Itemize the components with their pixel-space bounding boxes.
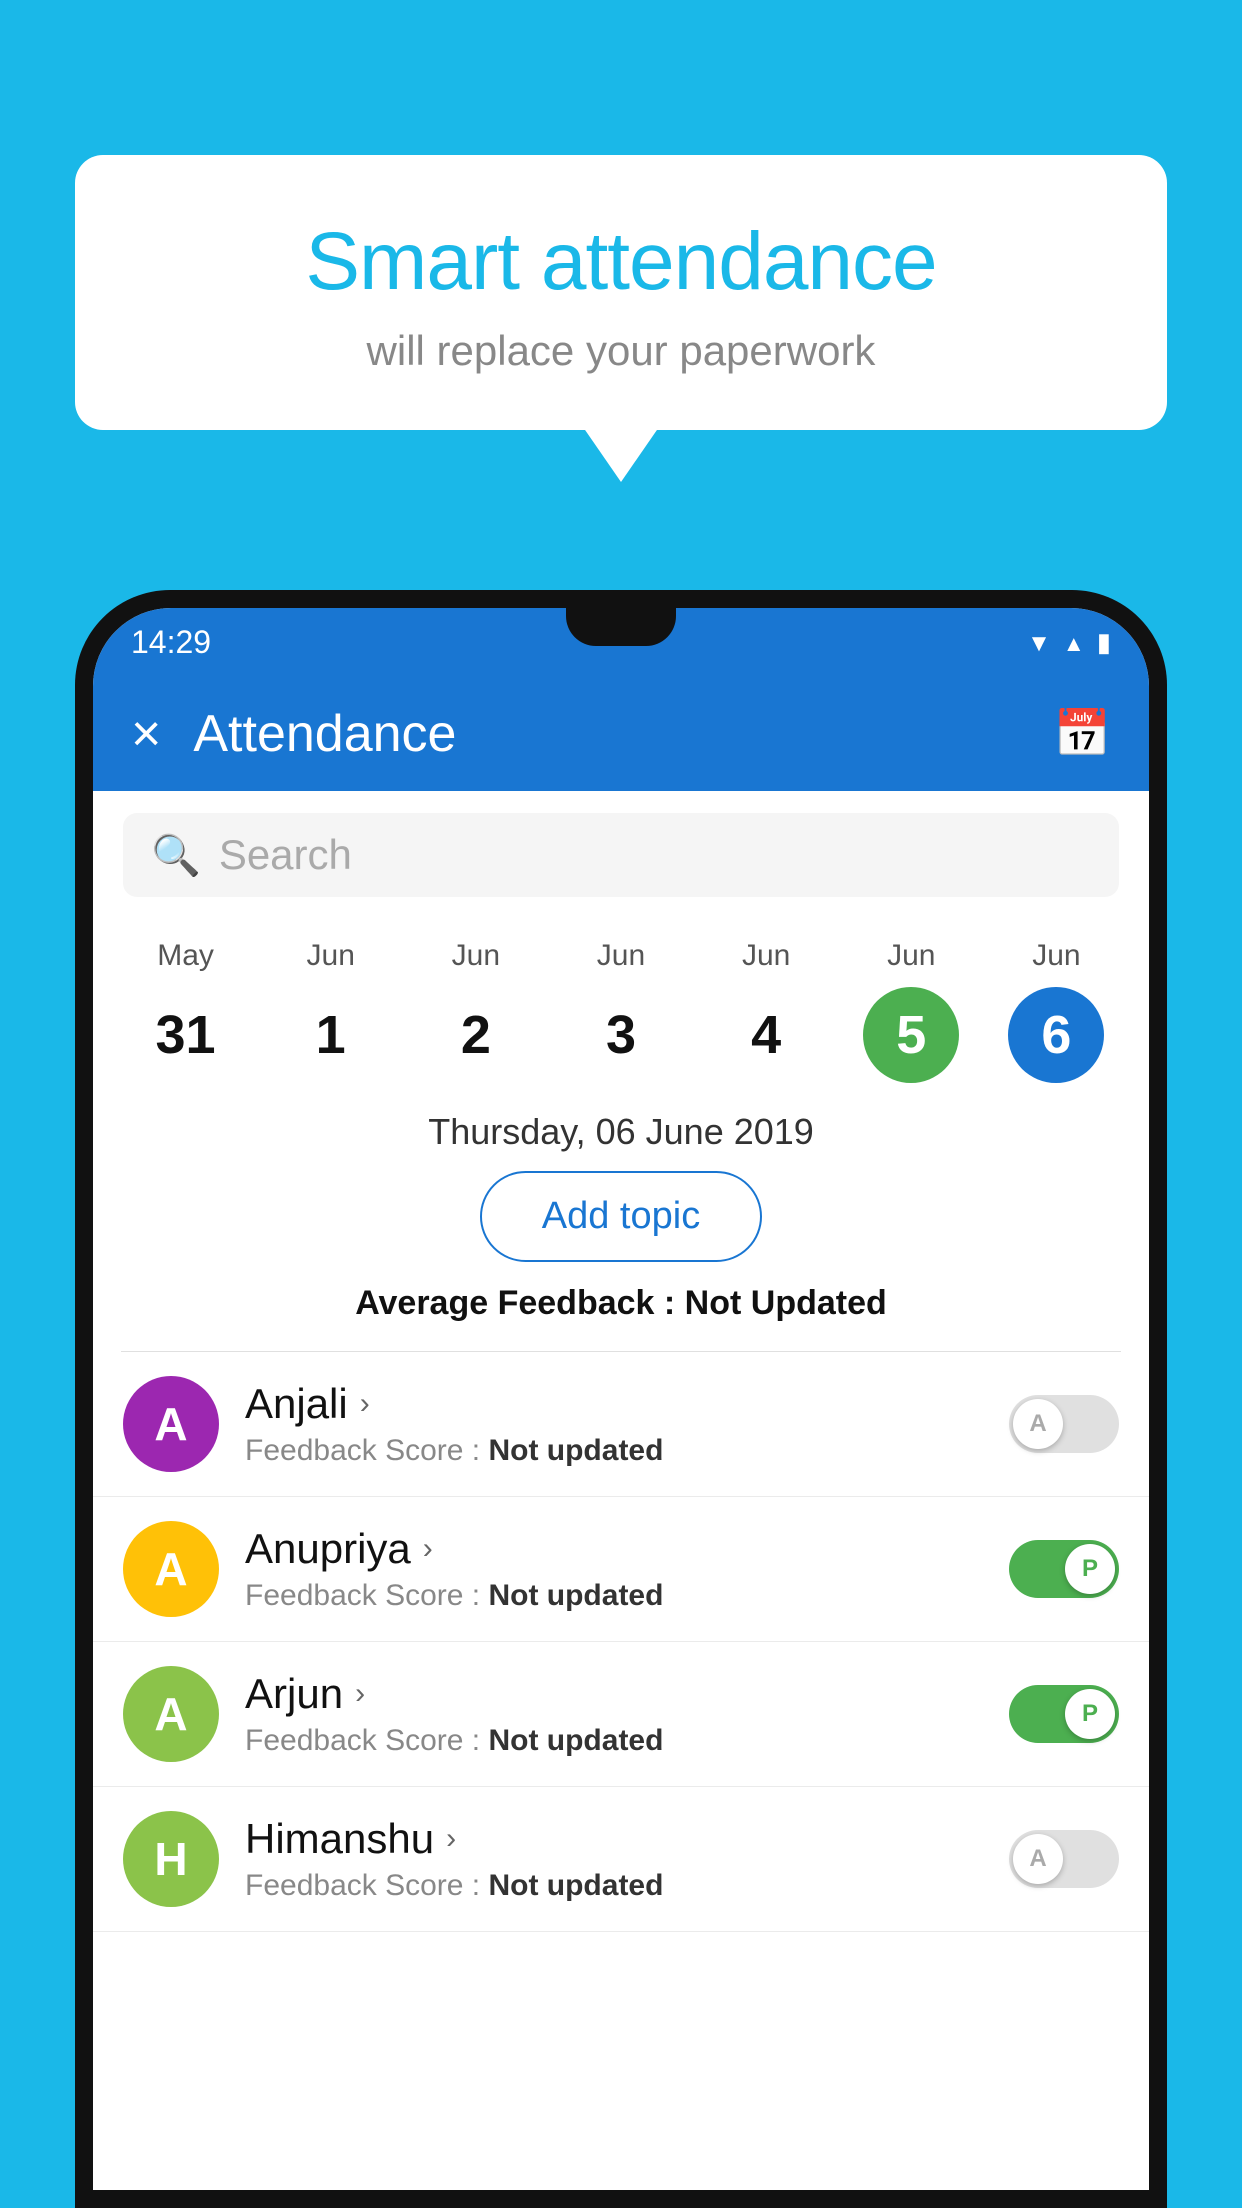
search-input[interactable]: Search [219,831,352,879]
attendance-toggle[interactable]: P [1009,1540,1119,1598]
phone-shell: 14:29 × Attendance 📅 🔍 Search May31Jun1J… [75,590,1167,2208]
chevron-icon: › [360,1387,370,1421]
student-name: Anjali › [245,1380,983,1428]
student-info: Anupriya › Feedback Score : Not updated [245,1525,983,1613]
average-feedback: Average Feedback : Not Updated [93,1284,1149,1323]
student-row[interactable]: A Anupriya › Feedback Score : Not updated P [93,1497,1149,1642]
avatar: A [123,1666,219,1762]
notch [566,608,676,646]
date-month: Jun [984,939,1129,973]
date-month: Jun [548,939,693,973]
date-col[interactable]: Jun 4 [694,939,839,1083]
student-list: AAnjali ›Feedback Score : Not updatedAAA… [93,1352,1149,1932]
student-row[interactable]: H Himanshu › Feedback Score : Not updated A [93,1787,1149,1932]
toggle-knob: A [1013,1834,1063,1884]
feedback-score: Feedback Score : Not updated [245,1724,983,1758]
date-day[interactable]: 5 [863,987,959,1083]
attendance-toggle[interactable]: P [1009,1685,1119,1743]
date-col[interactable]: Jun 1 [258,939,403,1083]
chevron-icon: › [423,1532,433,1566]
signal-icon [1063,626,1085,658]
date-month: Jun [258,939,403,973]
app-bar-title: Attendance [193,704,1053,764]
date-col[interactable]: Jun 3 [548,939,693,1083]
status-bar: 14:29 [93,608,1149,676]
student-info: Himanshu › Feedback Score : Not updated [245,1815,983,1903]
speech-bubble: Smart attendance will replace your paper… [75,155,1167,430]
date-day[interactable]: 31 [138,987,234,1083]
feedback-score: Feedback Score : Not updated [245,1579,983,1613]
add-topic-button[interactable]: Add topic [480,1171,762,1262]
feedback-score: Feedback Score : Not updated [245,1434,983,1468]
date-col[interactable]: Jun 6 [984,939,1129,1083]
toggle-knob: P [1065,1544,1115,1594]
date-day[interactable]: 2 [428,987,524,1083]
bubble-subtitle: will replace your paperwork [125,327,1117,375]
date-day[interactable]: 4 [718,987,814,1083]
battery-icon [1097,626,1111,658]
student-info: Anjali › Feedback Score : Not updated [245,1380,983,1468]
date-month: Jun [403,939,548,973]
date-day[interactable]: 6 [1008,987,1104,1083]
date-day[interactable]: 3 [573,987,669,1083]
chevron-icon: › [355,1677,365,1711]
status-time: 14:29 [131,624,211,661]
student-name: Anupriya › [245,1525,983,1573]
student-name: Arjun › [245,1670,983,1718]
attendance-toggle[interactable]: A [1009,1395,1119,1453]
chevron-icon: › [446,1822,456,1856]
date-col[interactable]: Jun 5 [839,939,984,1083]
date-month: May [113,939,258,973]
search-icon: 🔍 [151,832,201,879]
date-month: Jun [839,939,984,973]
student-name: Himanshu › [245,1815,983,1863]
phone-screen: 14:29 × Attendance 📅 🔍 Search May31Jun1J… [93,608,1149,2190]
student-row[interactable]: A Arjun › Feedback Score : Not updated P [93,1642,1149,1787]
avg-feedback-value: Not Updated [685,1284,887,1322]
date-col[interactable]: May 31 [113,939,258,1083]
date-strip: May 31 Jun 1 Jun 2 Jun 3 Jun 4 Jun 5 Jun 6 [93,919,1149,1083]
avg-feedback-label: Average Feedback : [355,1284,684,1322]
selected-date-label: Thursday, 06 June 2019 [93,1083,1149,1171]
avatar: H [123,1811,219,1907]
app-bar: × Attendance 📅 [93,676,1149,791]
avatar: A [123,1376,219,1472]
calendar-icon[interactable]: 📅 [1054,706,1111,761]
status-icons [1027,626,1111,658]
student-row[interactable]: A Anjali › Feedback Score : Not updated A [93,1352,1149,1497]
date-col[interactable]: Jun 2 [403,939,548,1083]
toggle-knob: A [1013,1399,1063,1449]
toggle-knob: P [1065,1689,1115,1739]
attendance-toggle[interactable]: A [1009,1830,1119,1888]
close-button[interactable]: × [131,704,161,764]
date-month: Jun [694,939,839,973]
wifi-icon [1027,626,1051,658]
date-day[interactable]: 1 [283,987,379,1083]
search-bar[interactable]: 🔍 Search [123,813,1119,897]
bubble-title: Smart attendance [125,215,1117,309]
feedback-score: Feedback Score : Not updated [245,1869,983,1903]
student-info: Arjun › Feedback Score : Not updated [245,1670,983,1758]
avatar: A [123,1521,219,1617]
